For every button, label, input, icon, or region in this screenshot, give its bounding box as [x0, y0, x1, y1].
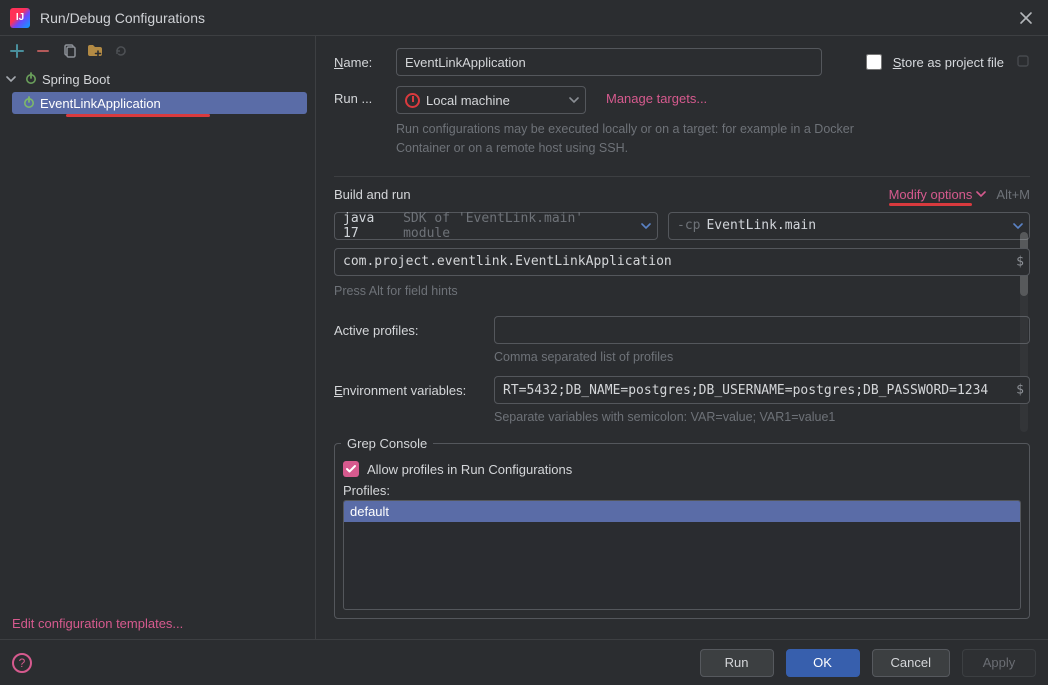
allow-profiles-check[interactable]: Allow profiles in Run Configurations	[343, 461, 1021, 477]
run-button[interactable]: Run	[700, 649, 774, 677]
close-icon[interactable]	[1014, 6, 1038, 30]
run-on-hint: Run configurations may be executed local…	[334, 120, 1030, 158]
store-as-project-file[interactable]: Store as project file	[862, 51, 1030, 73]
save-template-icon[interactable]	[86, 42, 104, 60]
modify-options-shortcut: Alt+M	[996, 187, 1030, 202]
window-title: Run/Debug Configurations	[40, 10, 205, 26]
help-icon[interactable]: ?	[12, 653, 32, 673]
classpath-dropdown[interactable]: -cp EventLink.main	[668, 212, 1030, 240]
run-target-dropdown[interactable]: Local machine	[396, 86, 586, 114]
build-run-section-title: Build and run	[334, 187, 411, 202]
ok-button[interactable]: OK	[786, 649, 860, 677]
tree-config-label: EventLinkApplication	[40, 96, 161, 111]
jdk-dropdown[interactable]: java 17 SDK of 'EventLink.main' module	[334, 212, 658, 240]
tree-config-eventlink[interactable]: EventLinkApplication	[12, 92, 307, 114]
env-hint: Separate variables with semicolon: VAR=v…	[494, 410, 1030, 424]
expand-field-icon[interactable]: $	[1016, 383, 1024, 398]
active-profiles-label: Active profiles:	[334, 323, 474, 338]
profiles-list[interactable]: default	[343, 500, 1021, 610]
tree-category-label: Spring Boot	[42, 72, 110, 87]
env-input[interactable]	[494, 376, 1030, 404]
edit-templates-link[interactable]: Edit configuration templates...	[0, 608, 315, 639]
run-target-value: Local machine	[426, 93, 510, 108]
class-hint: Press Alt for field hints	[334, 282, 1030, 301]
tree-category-spring-boot[interactable]: Spring Boot	[0, 68, 315, 90]
name-label: Name:	[334, 55, 386, 70]
revert-icon[interactable]	[112, 42, 130, 60]
expand-icon[interactable]	[1016, 54, 1030, 71]
grep-legend: Grep Console	[341, 436, 433, 451]
modify-options-label: Modify options	[889, 187, 973, 202]
power-icon	[24, 71, 38, 88]
active-profiles-hint: Comma separated list of profiles	[494, 350, 1030, 364]
power-icon	[22, 95, 36, 112]
grep-console-group: Grep Console Allow profiles in Run Confi…	[334, 436, 1030, 619]
active-profiles-input[interactable]	[494, 316, 1030, 344]
checkbox-checked-icon[interactable]	[343, 461, 359, 477]
modify-options-link[interactable]: Modify options	[889, 187, 987, 202]
name-input[interactable]	[396, 48, 822, 76]
profiles-label: Profiles:	[343, 483, 1021, 498]
apply-button: Apply	[962, 649, 1036, 677]
local-machine-icon	[405, 93, 420, 108]
add-icon[interactable]	[8, 42, 26, 60]
jdk-version: java 17	[343, 211, 397, 241]
copy-icon[interactable]	[60, 42, 78, 60]
expand-field-icon[interactable]: $	[1016, 254, 1024, 269]
app-logo-icon: IJ	[10, 8, 30, 28]
allow-profiles-label: Allow profiles in Run Configurations	[367, 462, 572, 477]
cancel-button[interactable]: Cancel	[872, 649, 950, 677]
chevron-down-icon	[1013, 221, 1023, 231]
chevron-down-icon	[641, 221, 651, 231]
store-checkbox[interactable]	[866, 54, 882, 70]
jdk-hint: SDK of 'EventLink.main' module	[403, 211, 635, 241]
remove-icon[interactable]	[34, 42, 52, 60]
chevron-down-icon	[6, 74, 20, 84]
highlight-underline	[66, 114, 210, 117]
profile-row-default[interactable]: default	[344, 501, 1020, 522]
manage-targets-link[interactable]: Manage targets...	[606, 86, 707, 106]
main-class-input[interactable]	[334, 248, 1030, 276]
cp-module: EventLink.main	[706, 218, 816, 233]
cp-flag: -cp	[677, 218, 700, 233]
env-label: Environment variables:	[334, 383, 474, 398]
run-on-label: Run ...	[334, 86, 386, 106]
chevron-down-icon	[569, 95, 579, 105]
